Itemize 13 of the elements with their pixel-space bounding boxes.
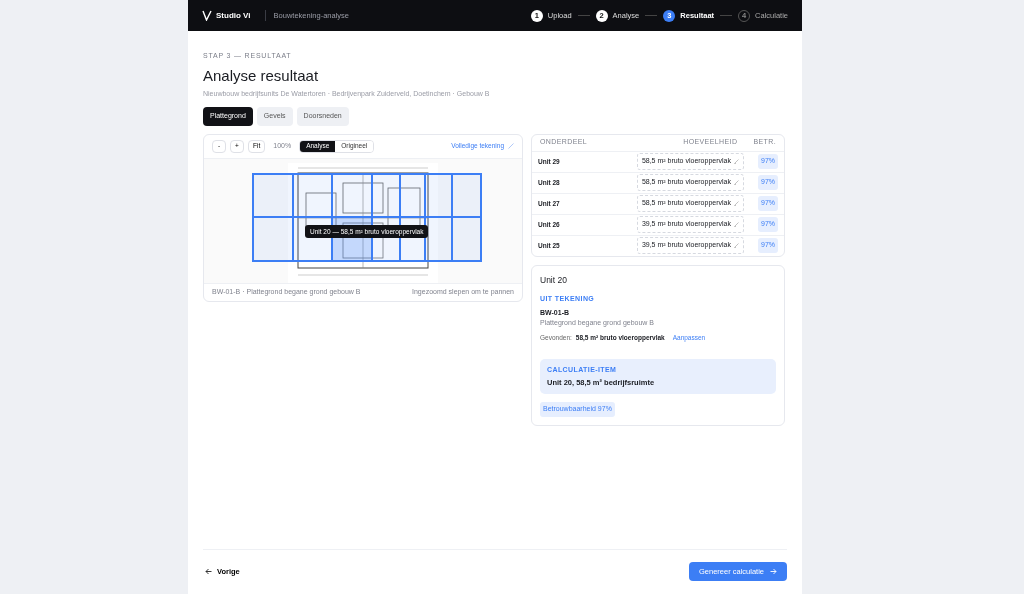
edit-icon bbox=[734, 243, 739, 248]
edit-icon bbox=[734, 201, 739, 206]
unit-area[interactable] bbox=[425, 217, 453, 261]
page-title: Analyse resultaat bbox=[203, 66, 320, 85]
edit-icon bbox=[734, 222, 739, 227]
external-link-icon bbox=[508, 143, 514, 149]
logo-icon bbox=[202, 10, 212, 21]
brand-name: Studio Vi bbox=[216, 9, 251, 22]
arrow-right-icon bbox=[770, 568, 777, 575]
arrow-left-icon bbox=[205, 568, 212, 575]
unit-title: Unit 20 bbox=[540, 273, 568, 287]
edit-icon bbox=[734, 159, 739, 164]
edit-icon bbox=[734, 180, 739, 185]
